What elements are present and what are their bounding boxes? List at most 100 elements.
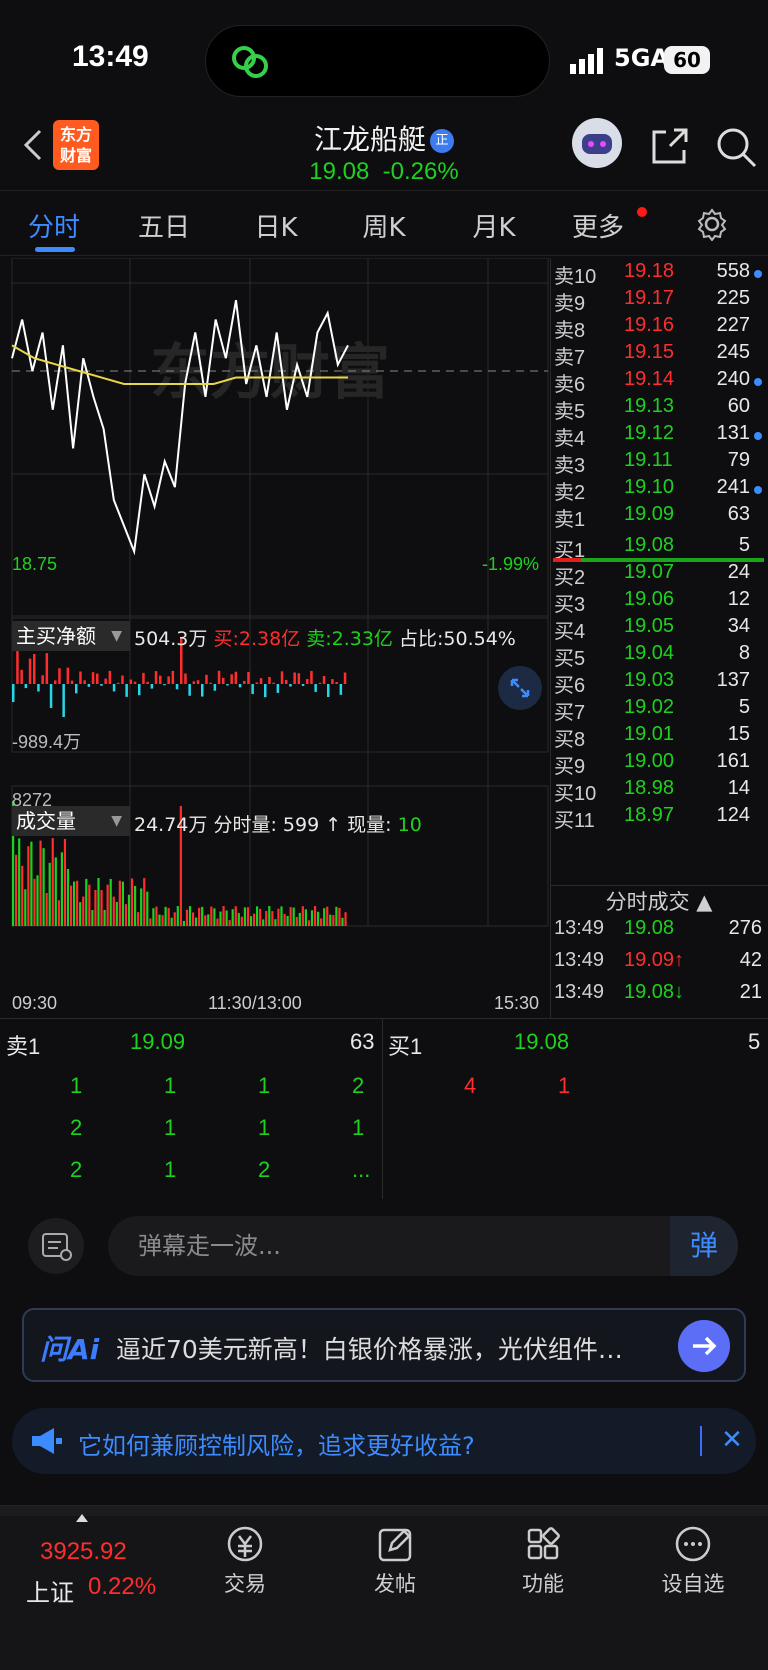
ask-row[interactable]: 卖9 19.17 225: [550, 287, 768, 315]
tab-weekly-k[interactable]: 周K: [344, 207, 424, 244]
flow-bar: [222, 677, 225, 684]
volume-bar: [155, 906, 158, 926]
bid-level-label: 买6: [554, 675, 586, 697]
volume-bar: [204, 915, 207, 926]
share-icon[interactable]: [648, 126, 690, 168]
volume-bar: [201, 906, 204, 926]
volume-bar: [30, 841, 33, 926]
tab-intraday[interactable]: 分时: [14, 207, 94, 244]
flow-bar: [335, 681, 338, 684]
ask-price: 19.12: [624, 422, 675, 444]
volume-bar: [219, 911, 222, 926]
volume-bar: [161, 915, 164, 926]
ask-row[interactable]: 卖3 19.11 79: [550, 449, 768, 477]
flow-bar: [104, 678, 107, 684]
ask-row[interactable]: 卖5 19.13 60: [550, 395, 768, 423]
bid-row[interactable]: 买9 19.00 161: [550, 750, 768, 778]
robot-assistant-icon[interactable]: [572, 118, 622, 168]
volume-bar: [329, 914, 332, 926]
danmaku-send-button[interactable]: 弹: [670, 1216, 738, 1276]
bid-row[interactable]: 买7 19.02 5: [550, 696, 768, 724]
net-buy-selector[interactable]: 主买净额 ▼: [12, 621, 130, 651]
flow-bar: [297, 673, 301, 684]
close-icon[interactable]: ✕: [712, 1420, 752, 1460]
bid-row[interactable]: 买4 19.05 34: [550, 615, 768, 643]
danmaku-settings-icon[interactable]: [28, 1218, 84, 1274]
volume-bar: [118, 880, 121, 926]
megaphone-icon: [32, 1428, 62, 1454]
danmaku-input[interactable]: 弹幕走一波...: [108, 1216, 738, 1276]
ai-headline[interactable]: 逼近70美元新高！白银价格暴涨，光伏组件…: [116, 1330, 676, 1366]
bid-row[interactable]: 买11 18.97 124: [550, 804, 768, 832]
volume-bar: [152, 908, 155, 926]
arrow-right-icon[interactable]: [678, 1320, 730, 1372]
flow-bar: [285, 679, 288, 684]
flow-bar: [251, 684, 254, 695]
volume-bar: [191, 912, 195, 926]
flow-bar: [192, 681, 196, 684]
index-pct[interactable]: 0.22%: [88, 1573, 156, 1601]
nav-functions[interactable]: 功能: [488, 1524, 598, 1598]
bid-row[interactable]: 买10 18.98 14: [550, 777, 768, 805]
bid-row[interactable]: 买6 19.03 137: [550, 669, 768, 697]
ask-row[interactable]: 卖8 19.16 227: [550, 314, 768, 342]
ask-row[interactable]: 卖4 19.12 131: [550, 422, 768, 450]
ask-row[interactable]: 卖10 19.18 558: [550, 260, 768, 288]
nav-post[interactable]: 发帖: [340, 1524, 450, 1598]
volume-bar: [143, 878, 146, 926]
ask-volume: 240: [716, 368, 750, 390]
index-value[interactable]: 3925.92: [40, 1538, 127, 1566]
ask-price: 19.16: [624, 314, 675, 336]
notice-text[interactable]: 它如何兼顾控制风险，追求更好收益?: [78, 1426, 475, 1461]
volume-bar: [85, 878, 88, 926]
flow-bar: [272, 682, 275, 684]
ticks-header[interactable]: 分时成交 ▲: [550, 885, 768, 915]
ask-volume: 241: [716, 476, 750, 498]
bid-volume: 14: [727, 777, 750, 799]
bid-row[interactable]: 买3 19.06 12: [550, 588, 768, 616]
volume-bar: [39, 840, 42, 926]
search-icon[interactable]: [715, 126, 757, 168]
ai-banner[interactable]: 问Ai 逼近70美元新高！白银价格暴涨，光伏组件…: [22, 1308, 746, 1382]
ask-row[interactable]: 卖7 19.15 245: [550, 341, 768, 369]
volume-bar: [207, 914, 210, 926]
bid-level-label: 买2: [554, 567, 586, 589]
flow-bar: [87, 684, 91, 687]
volume-bar: [283, 913, 286, 926]
ask-level-label: 卖7: [554, 347, 586, 369]
bid-price: 19.00: [624, 750, 675, 772]
volume-bar: [213, 908, 216, 926]
ask-row[interactable]: 卖6 19.14 240: [550, 368, 768, 396]
volume-bar: [137, 912, 140, 926]
bid-row[interactable]: 买2 19.07 24: [550, 561, 768, 589]
tab-five-day[interactable]: 五日: [124, 207, 204, 244]
ask-level-label: 卖4: [554, 428, 586, 450]
expand-icon[interactable]: [498, 666, 542, 710]
gear-icon[interactable]: [695, 207, 729, 241]
notice-banner[interactable]: 它如何兼顾控制风险，追求更好收益? ✕: [12, 1408, 756, 1474]
nav-add-favorite[interactable]: 设自选: [638, 1524, 748, 1598]
tab-daily-k[interactable]: 日K: [236, 207, 316, 244]
ask-row[interactable]: 卖2 19.10 241: [550, 476, 768, 504]
bid-level-label: 买8: [554, 729, 586, 751]
index-name[interactable]: 上证: [26, 1573, 74, 1608]
volume-bar: [326, 906, 329, 926]
sell-order-size: 1: [164, 1115, 177, 1140]
tab-monthly-k[interactable]: 月K: [454, 207, 534, 244]
nav-trade[interactable]: 交易: [190, 1524, 300, 1598]
ask-level-label: 卖2: [554, 482, 586, 504]
tab-more[interactable]: 更多: [558, 207, 638, 244]
volume-selector[interactable]: 成交量 ▼: [12, 806, 130, 836]
flow-bar: [217, 670, 221, 684]
ask-row[interactable]: 卖1 19.09 63: [550, 503, 768, 531]
flow-bar: [238, 684, 242, 688]
bid-row[interactable]: 买5 19.04 8: [550, 642, 768, 670]
yen-trade-icon: [227, 1526, 263, 1562]
flow-bar: [12, 684, 15, 702]
ask-level-label: 卖5: [554, 401, 586, 423]
ask-price: 19.18: [624, 260, 675, 282]
bid-volume: 124: [716, 804, 750, 826]
edit-icon: [378, 1528, 412, 1562]
bid-price: 19.04: [624, 642, 675, 664]
bid-row[interactable]: 买8 19.01 15: [550, 723, 768, 751]
